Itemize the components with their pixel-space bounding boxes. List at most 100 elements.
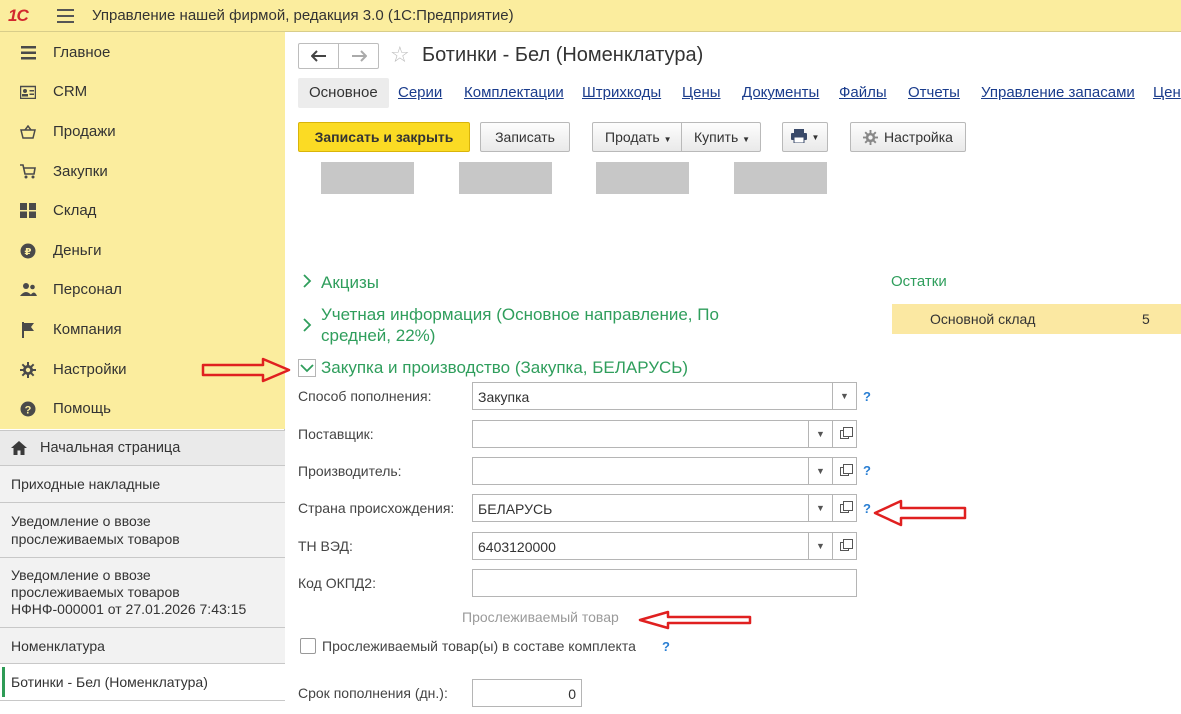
history-item-receipts[interactable]: Приходные накладные (0, 465, 285, 502)
title-bar: 1С Управление нашей фирмой, редакция 3.0… (0, 0, 1181, 32)
sidebar-item-label: CRM (53, 83, 88, 100)
save-button[interactable]: Записать (480, 122, 570, 152)
chevron-right-icon[interactable] (302, 318, 312, 336)
warehouse-icon (19, 202, 37, 220)
gear-icon (863, 129, 879, 145)
manufacturer-label: Производитель: (298, 463, 402, 479)
history-item-nomenclature[interactable]: Номенклатура (0, 627, 285, 663)
group-toggle[interactable] (298, 359, 316, 377)
chevron-down-icon[interactable]: ▼ (808, 458, 832, 484)
sidebar-item-label: Склад (53, 202, 97, 219)
chevron-down-icon (300, 364, 314, 373)
svg-text:?: ? (25, 404, 32, 416)
print-button[interactable]: ▼ (782, 122, 828, 152)
lead-time-value: 0 (568, 686, 576, 702)
tab-inventory-management[interactable]: Управление запасами (981, 78, 1135, 108)
cart-icon (19, 163, 37, 181)
country-value: БЕЛАРУСЬ (478, 501, 553, 517)
open-icon[interactable] (833, 420, 857, 448)
image-placeholder (459, 162, 552, 194)
tab-documents[interactable]: Документы (742, 78, 819, 108)
sidebar-item-company[interactable]: Компания (0, 310, 285, 349)
tab-files[interactable]: Файлы (839, 78, 887, 108)
group-accounting-line: средней, 22%) (321, 326, 436, 345)
chevron-down-icon[interactable]: ▼ (808, 421, 832, 447)
tab-prices[interactable]: Цены (682, 78, 721, 108)
tab-reports[interactable]: Отчеты (908, 78, 960, 108)
history-item-home[interactable]: Начальная страница (0, 430, 285, 465)
okpd2-label: Код ОКПД2: (298, 575, 376, 591)
contact-card-icon (19, 83, 37, 101)
tab-kits[interactable]: Комплектации (464, 78, 564, 108)
tab-prices-more[interactable]: Цен (1153, 78, 1181, 108)
group-accounting[interactable]: Учетная информация (Основное направление… (321, 304, 719, 346)
history-item-import-notice-doc[interactable]: Уведомление о ввозе прослеживаемых товар… (0, 557, 285, 627)
manufacturer-field[interactable]: ▼ (472, 457, 833, 485)
replenishment-value: Закупка (478, 389, 530, 405)
tab-main[interactable]: Основное (298, 78, 389, 108)
tab-barcodes[interactable]: Штрихкоды (582, 78, 661, 108)
sidebar-item-label: Настройки (53, 361, 127, 378)
history-item-label: Приходные накладные (11, 476, 161, 492)
divider (681, 123, 682, 151)
sell-button[interactable]: Продать ▼ (605, 129, 672, 145)
help-icon[interactable]: ? (863, 463, 871, 478)
history-item-current-form[interactable]: Ботинки - Бел (Номенклатура) (0, 663, 285, 700)
settings-button[interactable]: Настройка (850, 122, 966, 152)
back-arrow-icon[interactable] (299, 44, 338, 68)
lead-time-label: Срок пополнения (дн.): (298, 685, 448, 701)
country-field[interactable]: БЕЛАРУСЬ ▼ (472, 494, 833, 522)
sidebar-item-purchases[interactable]: Закупки (0, 152, 285, 191)
sell-buy-group: Продать ▼ Купить ▼ (592, 122, 761, 152)
supplier-field[interactable]: ▼ (472, 420, 833, 448)
sidebar-item-label: Главное (53, 44, 111, 61)
open-icon[interactable] (833, 457, 857, 485)
people-icon (19, 281, 37, 299)
supplier-label: Поставщик: (298, 426, 374, 442)
chevron-right-icon[interactable] (302, 274, 312, 292)
tnved-field[interactable]: 6403120000 ▼ (472, 532, 833, 560)
okpd2-field[interactable] (472, 569, 857, 597)
lead-time-field[interactable]: 0 (472, 679, 582, 707)
main-menu-icon[interactable] (57, 9, 74, 23)
help-icon[interactable]: ? (863, 389, 871, 404)
replenishment-select[interactable]: Закупка ▼ (472, 382, 857, 410)
sidebar-item-warehouse[interactable]: Склад (0, 191, 285, 230)
country-label: Страна происхождения: (298, 500, 455, 516)
chevron-down-icon[interactable]: ▼ (808, 495, 832, 521)
group-purchase-production[interactable]: Закупка и производство (Закупка, БЕЛАРУС… (321, 357, 688, 378)
history-item-label: прослеживаемых товаров (11, 531, 180, 547)
sidebar-item-sales[interactable]: Продажи (0, 112, 285, 151)
printer-icon (790, 128, 807, 146)
help-icon[interactable]: ? (662, 639, 670, 654)
kit-traceable-checkbox[interactable] (300, 638, 316, 654)
sidebar-item-staff[interactable]: Персонал (0, 270, 285, 309)
history-nav-buttons (298, 43, 379, 69)
basket-icon (19, 123, 37, 141)
save-and-close-button[interactable]: Записать и закрыть (298, 122, 470, 152)
history-item-label: Номенклатура (11, 638, 105, 654)
app-title: Управление нашей фирмой, редакция 3.0 (1… (92, 7, 514, 24)
home-icon (11, 441, 27, 458)
sidebar-item-help[interactable]: ? Помощь (0, 389, 285, 428)
favorite-star-icon[interactable]: ☆ (390, 42, 410, 68)
image-placeholder (321, 162, 414, 194)
chevron-down-icon[interactable]: ▼ (808, 533, 832, 559)
sidebar-item-money[interactable]: ₽ Деньги (0, 231, 285, 270)
sidebar-item-label: Продажи (53, 123, 116, 140)
buy-button[interactable]: Купить ▼ (694, 129, 750, 145)
open-icon[interactable] (833, 494, 857, 522)
sidebar-item-main[interactable]: Главное (0, 33, 285, 72)
chevron-down-icon[interactable]: ▼ (832, 383, 856, 409)
tab-series[interactable]: Серии (398, 78, 442, 108)
table-row[interactable]: Основной склад 5 (892, 304, 1181, 334)
app-logo: 1С (8, 6, 29, 25)
group-excise[interactable]: Акцизы (321, 272, 379, 293)
open-icon[interactable] (833, 532, 857, 560)
history-item-import-notices[interactable]: Уведомление о ввозе прослеживаемых товар… (0, 502, 285, 557)
sidebar-item-crm[interactable]: CRM (0, 72, 285, 111)
settings-label: Настройка (884, 129, 953, 145)
image-placeholder (734, 162, 827, 194)
forward-arrow-icon[interactable] (338, 44, 378, 68)
help-icon[interactable]: ? (863, 501, 871, 516)
